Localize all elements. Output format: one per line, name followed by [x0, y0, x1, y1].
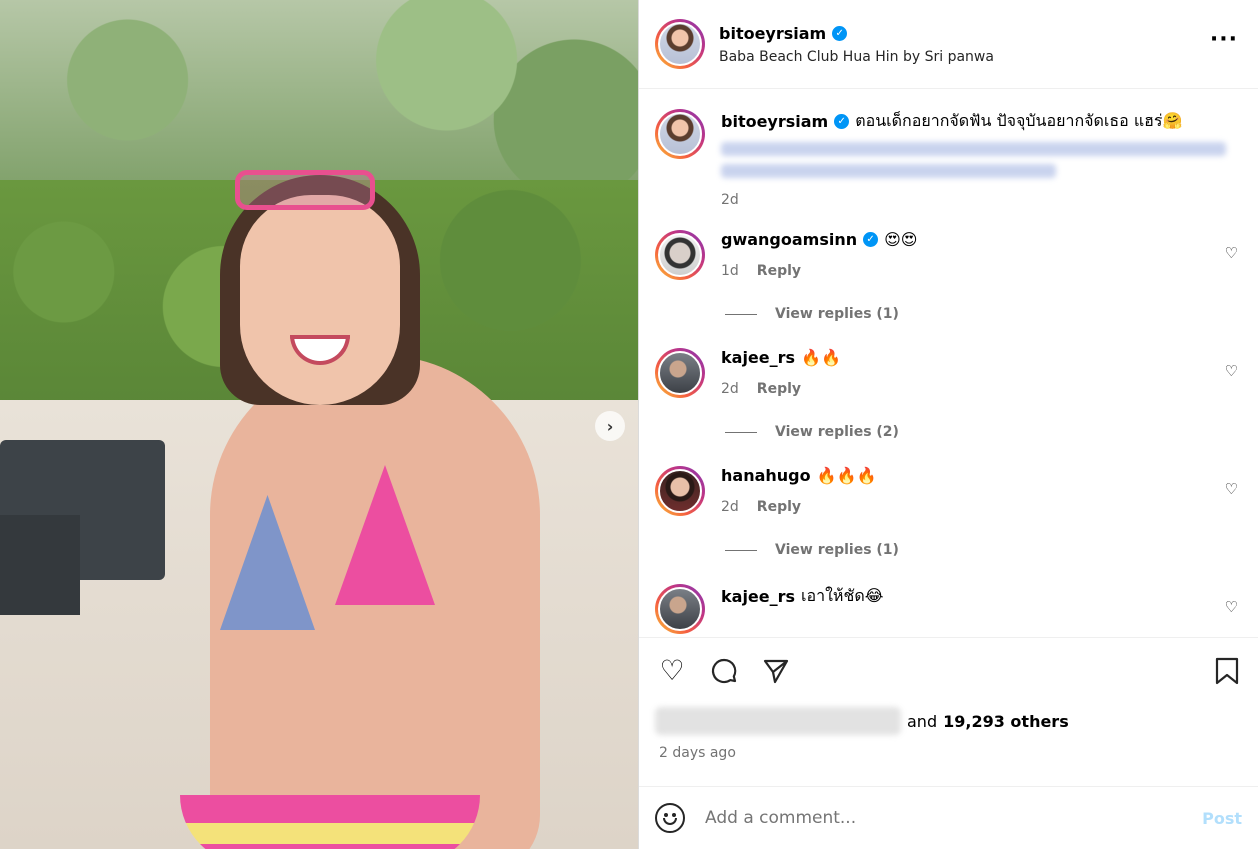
view-replies-label: View replies (1)	[775, 306, 899, 322]
avatar[interactable]	[655, 19, 705, 69]
reply-button[interactable]: Reply	[757, 263, 801, 279]
reply-button[interactable]: Reply	[757, 381, 801, 397]
verified-badge-icon: ✓	[832, 25, 848, 41]
post-modal: › bitoeyrsiam ✓ Baba Beach Club Hua Hin …	[0, 0, 1258, 849]
lounger-base	[0, 515, 80, 615]
comment-username[interactable]: hanahugo	[721, 466, 811, 485]
comment-username[interactable]: gwangoamsinn	[721, 230, 857, 249]
post-actions: ♡	[639, 637, 1258, 703]
view-replies-button[interactable]: View replies (1)	[725, 306, 1242, 322]
heart-icon[interactable]: ♡	[1225, 362, 1238, 380]
location-link[interactable]: Baba Beach Club Hua Hin by Sri panwa	[719, 49, 994, 65]
comment-composer: Post	[639, 786, 1258, 849]
emoji-icon[interactable]	[655, 803, 685, 833]
comment-text: 😍😍	[884, 230, 918, 249]
face	[240, 195, 400, 405]
caption-hidden-text	[721, 164, 1056, 178]
likes-prefix: and	[907, 711, 938, 731]
heart-icon[interactable]: ♡	[1225, 480, 1238, 498]
avatar[interactable]	[655, 466, 705, 516]
reply-button[interactable]: Reply	[757, 499, 801, 515]
comment-text: 🔥🔥🔥	[816, 466, 877, 485]
person-figure	[140, 165, 610, 849]
chevron-right-icon[interactable]: ›	[595, 411, 625, 441]
post-header: bitoeyrsiam ✓ Baba Beach Club Hua Hin by…	[639, 0, 1258, 89]
comment-username[interactable]: kajee_rs	[721, 587, 795, 606]
likes-count[interactable]: 19,293 others	[943, 712, 1069, 731]
comment-time: 1d	[721, 263, 739, 279]
heart-icon[interactable]: ♡	[657, 654, 687, 687]
view-replies-label: View replies (2)	[775, 424, 899, 440]
liked-by-avatars	[655, 707, 901, 735]
verified-badge-icon: ✓	[834, 114, 850, 129]
avatar[interactable]	[655, 584, 705, 634]
post-timestamp: 2 days ago	[659, 745, 736, 761]
avatar[interactable]	[655, 230, 705, 280]
comment-item: gwangoamsinn ✓ 😍😍 1d Reply ♡	[655, 230, 1242, 280]
view-replies-button[interactable]: View replies (1)	[725, 542, 1242, 558]
caption-timestamp: 2d	[721, 192, 739, 208]
comment-input[interactable]	[705, 808, 1145, 828]
comment-icon[interactable]	[709, 656, 739, 686]
view-replies-button[interactable]: View replies (2)	[725, 424, 1242, 440]
comment-item: kajee_rs เอาให้ชัด😂 ♡	[655, 584, 1242, 634]
post-side-panel: bitoeyrsiam ✓ Baba Beach Club Hua Hin by…	[638, 0, 1258, 849]
caption: bitoeyrsiam ✓ ตอนเด็กอยากจัดฟัน ปัจจุบัน…	[655, 109, 1242, 208]
likes-summary[interactable]: and 19,293 others	[639, 703, 1258, 739]
comment-time: 2d	[721, 381, 739, 397]
post-photo[interactable]: ›	[0, 0, 638, 849]
bookmark-icon[interactable]	[1212, 656, 1242, 686]
bikini-bottom	[180, 795, 480, 849]
comments-list: bitoeyrsiam ✓ ตอนเด็กอยากจัดฟัน ปัจจุบัน…	[639, 89, 1258, 637]
avatar[interactable]	[655, 109, 705, 159]
comment-time: 2d	[721, 499, 739, 515]
view-replies-label: View replies (1)	[775, 542, 899, 558]
heart-icon[interactable]: ♡	[1225, 598, 1238, 616]
share-icon[interactable]	[761, 656, 791, 686]
caption-username[interactable]: bitoeyrsiam	[721, 112, 828, 131]
sunglasses	[235, 170, 375, 210]
post-comment-button[interactable]: Post	[1202, 809, 1242, 828]
verified-badge-icon: ✓	[863, 232, 879, 247]
comment-text: 🔥🔥	[801, 348, 841, 367]
comment-username[interactable]: kajee_rs	[721, 348, 795, 367]
heart-icon[interactable]: ♡	[1225, 244, 1238, 262]
caption-text: ตอนเด็กอยากจัดฟัน ปัจจุบันอยากจัดเธอ แฮร…	[855, 111, 1183, 130]
comment-text: เอาให้ชัด😂	[801, 586, 884, 605]
avatar[interactable]	[655, 348, 705, 398]
more-options-icon[interactable]: ···	[1210, 29, 1238, 51]
header-username[interactable]: bitoeyrsiam	[719, 24, 826, 43]
comment-item: kajee_rs 🔥🔥 2d Reply ♡	[655, 348, 1242, 398]
caption-hidden-text	[721, 142, 1226, 156]
comment-item: hanahugo 🔥🔥🔥 2d Reply ♡	[655, 466, 1242, 516]
